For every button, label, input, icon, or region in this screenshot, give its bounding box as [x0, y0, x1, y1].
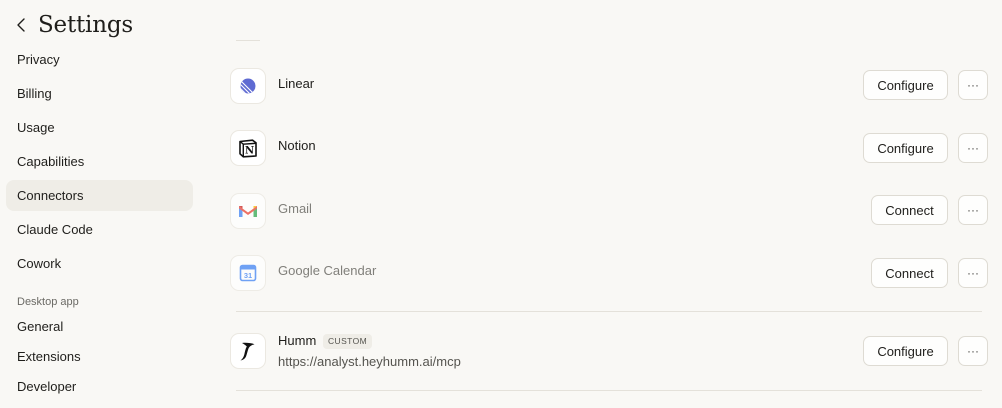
connector-name: Notion: [278, 138, 316, 153]
sidebar-item-developer[interactable]: Developer: [6, 373, 193, 401]
calendar-day-label: 31: [244, 271, 252, 280]
header: Settings: [16, 12, 133, 38]
svg-text:N: N: [245, 146, 254, 157]
divider: [236, 311, 982, 312]
humm-icon: [230, 333, 266, 369]
connector-name: Linear: [278, 76, 315, 91]
connector-row-linear: Linear Configure ···: [228, 68, 990, 116]
connect-button[interactable]: Connect: [871, 258, 948, 288]
sidebar-item-extensions[interactable]: Extensions: [6, 343, 193, 371]
connector-row-humm: Humm CUSTOM https://analyst.heyhumm.ai/m…: [228, 333, 990, 383]
divider: [236, 40, 260, 41]
configure-button[interactable]: Configure: [863, 336, 948, 366]
sidebar-item-general[interactable]: General: [6, 313, 193, 341]
connector-name: Humm: [278, 333, 317, 348]
divider: [236, 390, 982, 391]
connect-button[interactable]: Connect: [871, 195, 948, 225]
connector-row-google-calendar: 31 Google Calendar Connect ···: [228, 255, 990, 303]
connector-url: https://analyst.heyhumm.ai/mcp: [278, 354, 461, 369]
google-calendar-icon: 31: [230, 255, 266, 291]
settings-sidebar: Privacy Billing Usage Capabilities Conne…: [6, 44, 193, 403]
more-options-button[interactable]: ···: [958, 336, 988, 366]
settings-window: Settings Privacy Billing Usage Capabilit…: [0, 0, 1002, 408]
more-options-button[interactable]: ···: [958, 133, 988, 163]
configure-button[interactable]: Configure: [863, 70, 948, 100]
sidebar-item-capabilities[interactable]: Capabilities: [6, 146, 193, 177]
sidebar-desktop-group: General Extensions Developer: [6, 313, 193, 401]
connector-row-notion: N Notion Configure ···: [228, 130, 990, 178]
linear-icon: [230, 68, 266, 104]
sidebar-item-cowork[interactable]: Cowork: [6, 248, 193, 279]
chevron-left-icon[interactable]: [16, 15, 30, 35]
connector-name: Google Calendar: [278, 263, 377, 278]
connector-name: Gmail: [278, 201, 312, 216]
gmail-icon: [230, 193, 266, 229]
sidebar-item-connectors[interactable]: Connectors: [6, 180, 193, 211]
page-title: Settings: [38, 12, 133, 38]
more-options-button[interactable]: ···: [958, 195, 988, 225]
custom-badge: CUSTOM: [323, 334, 373, 349]
more-options-button[interactable]: ···: [958, 258, 988, 288]
sidebar-item-billing[interactable]: Billing: [6, 78, 193, 109]
configure-button[interactable]: Configure: [863, 133, 948, 163]
sidebar-item-claude-code[interactable]: Claude Code: [6, 214, 193, 245]
sidebar-item-usage[interactable]: Usage: [6, 112, 193, 143]
connectors-list: Linear Configure ··· N Notion Configure …: [228, 0, 992, 408]
more-options-button[interactable]: ···: [958, 70, 988, 100]
sidebar-section-desktop-app: Desktop app: [17, 296, 79, 308]
notion-icon: N: [230, 130, 266, 166]
connector-row-gmail: Gmail Connect ···: [228, 193, 990, 241]
sidebar-item-privacy[interactable]: Privacy: [6, 44, 193, 75]
